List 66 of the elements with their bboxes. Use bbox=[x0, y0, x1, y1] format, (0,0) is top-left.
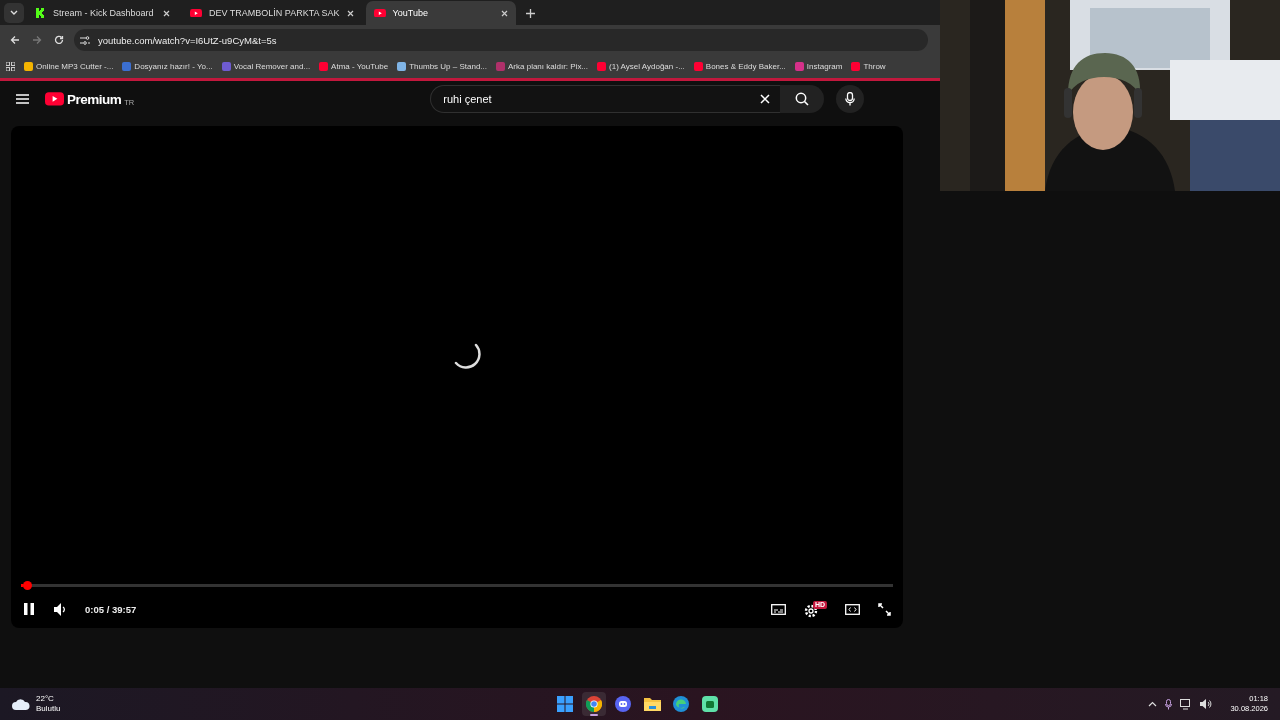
network-icon[interactable] bbox=[1180, 698, 1193, 710]
bookmark[interactable]: Instagram bbox=[794, 62, 843, 71]
chevron-down-icon bbox=[10, 10, 18, 16]
subtitles-icon bbox=[770, 603, 786, 615]
apps-grid-icon[interactable] bbox=[6, 62, 15, 71]
reload-button[interactable] bbox=[52, 33, 66, 47]
close-icon[interactable] bbox=[163, 9, 170, 17]
speaker-icon bbox=[53, 602, 67, 616]
theater-mode-icon bbox=[845, 603, 860, 615]
subtitles-button[interactable] bbox=[770, 603, 786, 615]
plus-icon bbox=[525, 9, 535, 18]
pause-button[interactable] bbox=[23, 603, 35, 615]
weather-label: Bulutlu bbox=[36, 704, 61, 714]
bookmark[interactable]: Arka planı kaldır: Pix... bbox=[496, 62, 589, 71]
logo-text: Premium bbox=[67, 91, 122, 107]
close-icon[interactable] bbox=[346, 9, 354, 17]
bookmark[interactable]: Throw bbox=[851, 62, 886, 71]
pause-icon bbox=[23, 603, 35, 615]
search-button[interactable] bbox=[780, 85, 825, 113]
kick-logo-icon bbox=[36, 8, 46, 18]
youtube-icon bbox=[373, 8, 386, 18]
taskbar-app[interactable] bbox=[582, 692, 606, 716]
youtube-icon bbox=[190, 8, 202, 18]
back-button[interactable] bbox=[8, 33, 22, 47]
forward-arrow-icon bbox=[32, 35, 42, 45]
browser-tab[interactable]: DEV TRAMBOLİN PARKTA SAK bbox=[182, 1, 362, 25]
search-input[interactable]: ruhi çenet bbox=[441, 92, 751, 106]
speaker-icon[interactable] bbox=[1200, 699, 1213, 709]
bookmark[interactable]: Online MP3 Cutter -... bbox=[24, 62, 114, 71]
bookmark[interactable]: (1) Aysel Aydoğan -... bbox=[597, 62, 685, 71]
reload-icon bbox=[54, 35, 64, 45]
fullscreen-exit-button[interactable] bbox=[878, 602, 891, 616]
browser-tab[interactable]: YouTube bbox=[365, 1, 516, 25]
close-icon[interactable] bbox=[500, 9, 508, 17]
search-field[interactable]: ruhi çenet bbox=[430, 85, 781, 113]
search-icon bbox=[795, 92, 810, 106]
bookmark[interactable]: Thumbs Up – Stand... bbox=[397, 62, 487, 71]
browser-tab[interactable]: Stream - Kick Dashboard bbox=[28, 1, 178, 25]
fullscreen-exit-icon bbox=[878, 602, 891, 616]
close-icon bbox=[760, 94, 771, 104]
bookmark[interactable]: Vocal Remover and... bbox=[221, 62, 311, 71]
theater-mode-button[interactable] bbox=[845, 603, 860, 615]
microphone-icon bbox=[845, 92, 856, 106]
address-bar[interactable]: youtube.com/watch?v=I6UtZ-u9CyM&t=5s bbox=[74, 29, 928, 51]
temperature-label: 22°C bbox=[36, 694, 55, 704]
voice-search-button[interactable] bbox=[836, 85, 865, 113]
chat-app-icon bbox=[615, 696, 631, 712]
app-icon bbox=[702, 696, 718, 712]
folder-icon bbox=[643, 697, 661, 711]
windows-start-icon bbox=[557, 696, 573, 712]
chrome-icon bbox=[586, 696, 602, 712]
back-arrow-icon bbox=[10, 35, 20, 45]
bookmark[interactable]: Atma - YouTube bbox=[319, 62, 389, 71]
volume-button[interactable] bbox=[53, 602, 67, 616]
site-settings-icon[interactable] bbox=[80, 35, 90, 45]
microphone-icon[interactable] bbox=[1165, 698, 1173, 710]
bookmark[interactable]: Dosyanız hazır! - Yo... bbox=[122, 62, 213, 71]
scrubber-handle[interactable] bbox=[22, 581, 32, 590]
tab-search-button[interactable] bbox=[4, 3, 24, 23]
chevron-up-icon[interactable] bbox=[1148, 701, 1158, 707]
cloud-icon bbox=[12, 698, 30, 710]
menu-icon[interactable] bbox=[16, 94, 29, 104]
time-display: 0:05 / 39:57 bbox=[85, 603, 137, 615]
edge-icon bbox=[673, 696, 689, 712]
bookmark[interactable]: Bones & Eddy Baker... bbox=[693, 62, 786, 71]
youtube-icon bbox=[45, 92, 64, 106]
